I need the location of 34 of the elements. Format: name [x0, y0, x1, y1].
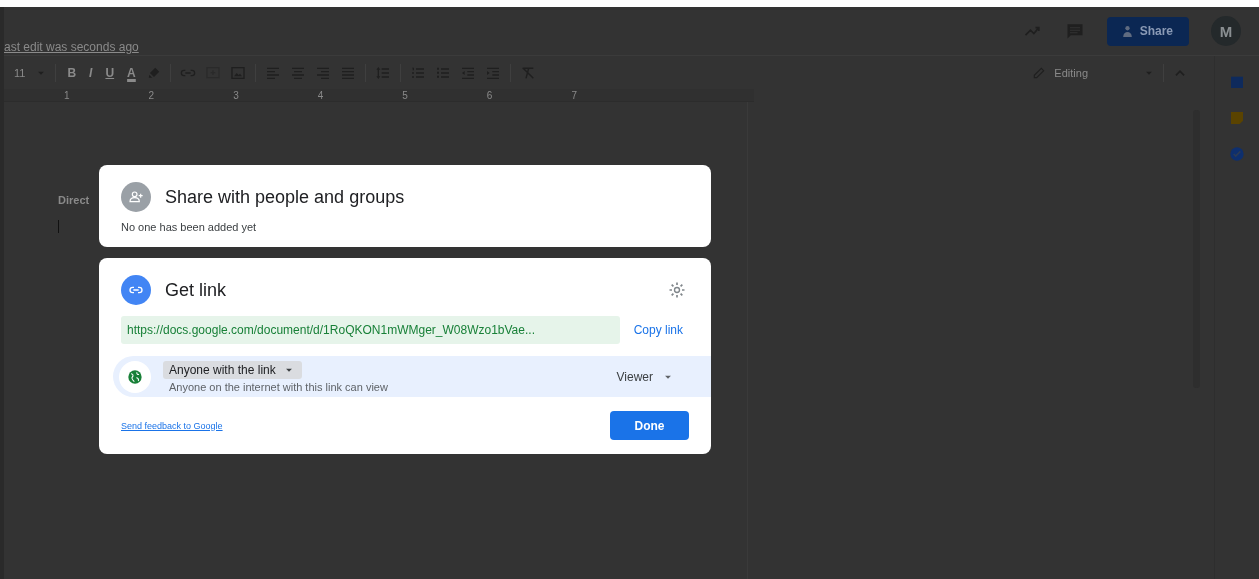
tasks-icon[interactable]: [1229, 146, 1245, 162]
ruler-number: 7: [571, 89, 577, 101]
last-edit-link[interactable]: ast edit was seconds ago: [4, 40, 139, 55]
person-icon: [1120, 24, 1134, 38]
ruler-number: 3: [233, 89, 239, 101]
dialog-title: Share with people and groups: [165, 186, 405, 208]
account-avatar[interactable]: M: [1211, 16, 1241, 46]
format-button[interactable]: B: [65, 65, 79, 80]
copy-link-button[interactable]: Copy link: [633, 323, 689, 337]
format-button[interactable]: A: [125, 65, 138, 80]
ruler-number: 1: [64, 89, 70, 101]
format-button[interactable]: U: [103, 65, 117, 80]
note-icon[interactable]: [1229, 110, 1245, 126]
done-button[interactable]: Done: [610, 411, 689, 440]
ruler-number: 5: [402, 89, 408, 101]
ruler-number: 2: [148, 89, 155, 101]
settings-icon[interactable]: [667, 280, 687, 300]
access-dropdown[interactable]: Anyone with the link: [163, 360, 302, 379]
role-dropdown[interactable]: Viewer: [610, 368, 679, 385]
document-text: Direct: [58, 194, 90, 206]
calendar-icon[interactable]: [1229, 74, 1245, 90]
globe-icon: [127, 368, 143, 385]
ruler-number: 4: [317, 89, 324, 101]
empty-message: No one has been added yet: [121, 221, 258, 233]
dialog-title: Get link: [165, 279, 227, 301]
add-person-icon: [128, 189, 144, 205]
editing-mode-dropdown[interactable]: Editing: [1032, 65, 1154, 80]
access-description: Anyone on the internet with this link can view: [168, 380, 388, 393]
font-size-dropdown[interactable]: 11: [12, 66, 28, 79]
feedback-link[interactable]: Send feedback to Google: [121, 420, 223, 431]
link-field[interactable]: https://docs.google.com/document/d/1RoQKON1mWMger_W08Wzo1bVae...: [121, 316, 620, 344]
share-button[interactable]: Share: [1106, 16, 1189, 46]
format-button[interactable]: I: [87, 65, 95, 80]
ruler-number: 6: [486, 89, 493, 101]
